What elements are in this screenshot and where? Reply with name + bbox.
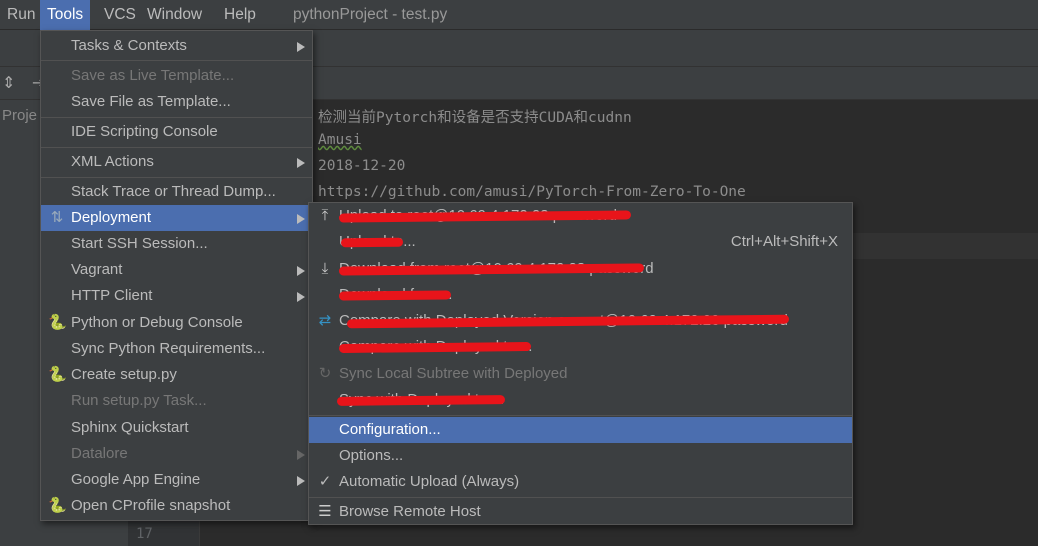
menu-item-label: Sync Local Subtree with Deployed — [339, 365, 568, 382]
menu-item-google-app-engine[interactable]: Google App Engine — [41, 467, 312, 493]
menu-item-tasks-contexts[interactable]: Tasks & Contexts — [41, 33, 312, 59]
menu-item-compare-with-deployed-version-on-root-10-69-4-172-23-password[interactable]: ⇄Compare with Deployed Version on root@1… — [309, 308, 852, 334]
redaction-mark — [336, 395, 506, 406]
menu-item-label: Automatic Upload (Always) — [339, 473, 520, 490]
menu-item-sync-local-subtree-with-deployed: ↻ Sync Local Subtree with Deployed — [309, 361, 852, 387]
tools-menu: Tasks & Contexts Save as Live Template...… — [40, 30, 313, 521]
menu-item-upload-to-root-10-69-4-172-23-password[interactable]: ⤒Upload to root@10.69.4.172:23 password — [309, 203, 852, 229]
upload-download-icon: ⇅ — [50, 209, 64, 226]
menu-item-datalore: Datalore — [41, 441, 312, 467]
submenu-arrow-icon — [297, 158, 305, 168]
menu-item-open-cprofile-snapshot[interactable]: 🐍 Open CProfile snapshot — [41, 493, 312, 519]
menu-item-label: Stack Trace or Thread Dump... — [71, 183, 276, 200]
submenu-arrow-icon — [297, 450, 305, 460]
upload-icon: ⤒ — [321, 207, 329, 224]
code-line[interactable]: https://github.com/amusi/PyTorch-From-Ze… — [318, 184, 746, 200]
cprofile-icon: 🐍 — [48, 497, 67, 514]
menu-separator — [41, 147, 312, 148]
menu-item-configuration[interactable]: Configuration... — [309, 417, 852, 443]
menu-item-label: Open CProfile snapshot — [71, 497, 231, 514]
submenu-arrow-icon — [297, 214, 305, 224]
menu-item-sync-with-deployed-to[interactable]: Sync with Deployed to ... — [309, 387, 852, 413]
menu-run[interactable]: Run — [0, 0, 42, 30]
menu-item-label: Configuration... — [339, 421, 441, 438]
submenu-arrow-icon — [297, 292, 305, 302]
current-line-highlight — [852, 233, 1038, 259]
menu-separator — [309, 497, 852, 498]
menu-item-start-ssh-session[interactable]: Start SSH Session... — [41, 231, 312, 257]
shortcut-label: Ctrl+Alt+Shift+X — [730, 233, 838, 250]
menu-item-vagrant[interactable]: Vagrant — [41, 257, 312, 283]
menu-item-save-as-live-template: Save as Live Template... — [41, 63, 312, 89]
compare-icon: ⇄ — [318, 312, 332, 329]
menu-separator — [309, 415, 852, 416]
submenu-arrow-icon — [297, 476, 305, 486]
menu-vcs[interactable]: VCS — [97, 0, 143, 30]
expand-all-icon[interactable]: ⇕ — [2, 73, 15, 93]
menu-item-save-file-as-template[interactable]: Save File as Template... — [41, 89, 312, 115]
menu-item-label: Google App Engine — [71, 471, 201, 488]
remote-host-icon: ☰ — [318, 503, 332, 520]
submenu-arrow-icon — [297, 266, 305, 276]
project-panel-label[interactable]: Proje — [2, 107, 37, 124]
menu-item-label: HTTP Client — [71, 287, 153, 304]
check-icon: ✓ — [318, 473, 332, 490]
menu-item-label: Vagrant — [71, 261, 123, 278]
menu-item-upload-to[interactable]: Upload to...Ctrl+Alt+Shift+X — [309, 229, 852, 255]
menu-item-label: Python or Debug Console — [71, 314, 243, 331]
menu-item-label: Options... — [339, 447, 404, 464]
menu-item-options[interactable]: Options... — [309, 443, 852, 469]
menu-item-label: Browse Remote Host — [339, 503, 481, 520]
menu-item-label: Sphinx Quickstart — [71, 419, 189, 436]
menu-item-sphinx-quickstart[interactable]: Sphinx Quickstart — [41, 415, 312, 441]
menu-item-label: Save File as Template... — [71, 93, 231, 110]
menu-item-compare-with-deployed-to[interactable]: Compare with Deployed to ... — [309, 334, 852, 360]
redaction-mark — [338, 290, 452, 301]
menu-item-label: Create setup.py — [71, 366, 177, 383]
python-console-icon: 🐍 — [48, 314, 67, 331]
menu-item-python-or-debug-console[interactable]: 🐍 Python or Debug Console — [41, 310, 312, 336]
menu-item-label: Deployment — [71, 209, 152, 226]
menu-item-deployment[interactable]: ⇅ Deployment — [41, 205, 312, 231]
menu-item-label: Datalore — [71, 445, 128, 462]
window-title: pythonProject - test.py — [293, 6, 448, 23]
code-line[interactable]: Amusi — [318, 132, 362, 148]
menu-help[interactable]: Help — [217, 0, 263, 30]
menu-item-label: Run setup.py Task... — [71, 392, 207, 409]
menu-item-download-from-root-10-69-4-172-23-password[interactable]: ⤓Download from root@10.69.4.172:23 passw… — [309, 256, 852, 282]
sync-icon: ↻ — [318, 365, 332, 382]
menu-item-http-client[interactable]: HTTP Client — [41, 283, 312, 309]
menu-item-label: Sync Python Requirements... — [71, 340, 266, 357]
menu-separator — [41, 117, 312, 118]
menu-item-label: Tasks & Contexts — [71, 37, 187, 54]
submenu-arrow-icon — [297, 42, 305, 52]
code-line[interactable]: 检测当前Pytorch和设备是否支持CUDA和cudnn — [318, 106, 632, 127]
code-line[interactable]: 2018-12-20 — [318, 158, 405, 174]
menu-separator — [41, 60, 312, 61]
menu-window[interactable]: Window — [140, 0, 209, 30]
menu-tools[interactable]: Tools — [40, 0, 91, 30]
line-number: 17 — [136, 526, 153, 542]
menu-item-automatic-upload-always[interactable]: ✓ Automatic Upload (Always) — [309, 469, 852, 495]
deployment-submenu: ⤒Upload to root@10.69.4.172:23 passwordU… — [308, 202, 853, 525]
menu-item-run-setup-py-task: Run setup.py Task... — [41, 388, 312, 414]
menu-item-sync-python-requirements[interactable]: Sync Python Requirements... — [41, 336, 312, 362]
menu-item-label: Start SSH Session... — [71, 235, 208, 252]
menu-item-ide-scripting-console[interactable]: IDE Scripting Console — [41, 119, 312, 145]
menu-item-label: Save as Live Template... — [71, 67, 235, 84]
python-file-icon: 🐍 — [48, 366, 67, 383]
menu-item-label: XML Actions — [71, 153, 154, 170]
menu-bar: Run Tools VCS Window Help pythonProject … — [0, 0, 1038, 30]
menu-item-label: IDE Scripting Console — [71, 123, 218, 140]
menu-item-create-setup-py[interactable]: 🐍 Create setup.py — [41, 362, 312, 388]
redaction-mark — [340, 237, 404, 248]
download-icon: ⤓ — [321, 260, 329, 277]
menu-item-download-from[interactable]: Download from... — [309, 282, 852, 308]
menu-item-xml-actions[interactable]: XML Actions — [41, 149, 312, 175]
menu-item-browse-remote-host[interactable]: ☰ Browse Remote Host — [309, 499, 852, 525]
menu-item-stack-trace-or-thread-dump[interactable]: Stack Trace or Thread Dump... — [41, 179, 312, 205]
menu-separator — [41, 177, 312, 178]
